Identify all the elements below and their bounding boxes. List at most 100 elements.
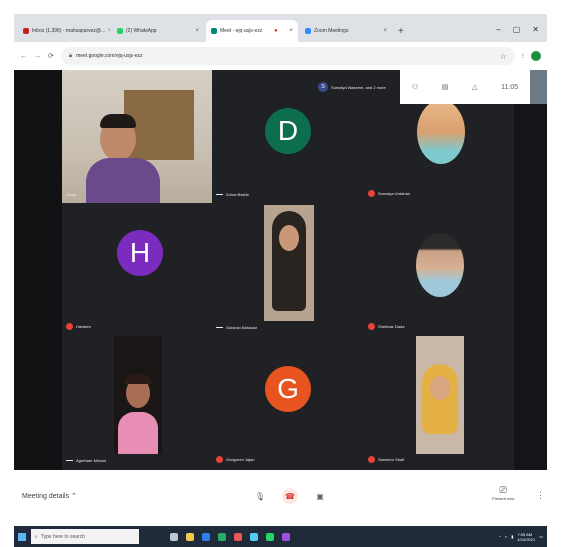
mail-icon[interactable] <box>250 532 258 541</box>
clock-text: 11:05 <box>501 83 519 91</box>
audio-level-icon <box>66 460 73 461</box>
new-tab-button[interactable]: + <box>398 26 404 37</box>
participant-video <box>264 205 314 321</box>
participant-label: Sumaiya Urdahan <box>368 190 410 197</box>
battery-icon[interactable]: ▮ <box>511 534 513 539</box>
activities-icon[interactable]: △ <box>472 83 477 91</box>
participant-label: Zohra Bashir <box>216 192 249 197</box>
participant-tile[interactable]: G Gudgreen Jajan <box>212 336 362 469</box>
mic-off-icon <box>216 456 223 463</box>
lock-icon: 🔒︎ <box>68 52 73 59</box>
leave-call-button[interactable]: ☎︎ <box>282 488 298 504</box>
bookmark-star-icon[interactable]: ☆ <box>500 52 507 61</box>
network-icon[interactable]: ◔ <box>498 534 500 539</box>
tab-title: Inbox (1,396) - mahsaparvez@... <box>32 28 106 34</box>
mic-button[interactable]: 🎙︎ <box>252 488 268 504</box>
meet-bottom-bar: Meeting details ⌃ 🎙︎ ☎︎ ▣ ⎚ Present now … <box>14 470 547 526</box>
app-icon[interactable] <box>282 532 290 541</box>
left-dark-strip <box>14 70 62 470</box>
browser-tab-bar: Inbox (1,396) - mahsaparvez@... × (2) Wh… <box>14 14 547 42</box>
audio-level-icon <box>216 327 223 328</box>
participant-video <box>416 233 464 297</box>
camera-button[interactable]: ▣ <box>312 488 328 504</box>
meet-grid: Vinay D Zohra Bashir Sumaiya Urdahan H H… <box>14 70 547 470</box>
recording-dot-icon: ● <box>274 28 278 34</box>
reload-icon[interactable]: ⟳ <box>48 52 54 60</box>
chat-icon[interactable]: ▤ <box>442 83 449 91</box>
participant-avatar: D <box>265 108 311 154</box>
window-controls: – ▢ ✕ <box>496 25 547 42</box>
participant-tile[interactable]: Agrehaer Mohad <box>62 336 212 469</box>
participant-label: Gudgreen Jajan <box>216 456 254 463</box>
system-tray: ◔ ◖ ▮ 7:05 AM 4/10/2021 ▭ <box>498 532 543 542</box>
participant-avatar: G <box>265 366 311 412</box>
extensions-icon[interactable]: ⁝ <box>522 52 524 60</box>
participant-video <box>114 336 162 454</box>
profile-avatar[interactable] <box>531 51 541 61</box>
presenter-text: Sumaiya Waseem, and 2 more <box>331 84 386 90</box>
meet-top-toolbar: ⚇ ▤ △ 11:05 <box>400 70 530 104</box>
participant-tile[interactable]: Sanserm Shafi <box>364 336 514 469</box>
participant-name: Harsiem <box>76 324 91 329</box>
address-bar-row: ← → ⟳ 🔒︎ meet.google.com/ejq-usjs-ezz ☆ … <box>14 42 547 70</box>
present-now-button[interactable]: ⎚ Present now <box>492 485 514 501</box>
close-icon[interactable]: × <box>195 28 199 34</box>
task-view-icon[interactable] <box>170 532 178 541</box>
participant-label: Vinay <box>66 192 76 197</box>
participant-tile[interactable]: Gulshan Bahadar <box>212 203 362 336</box>
taskbar-apps <box>170 532 290 541</box>
participant-tile[interactable]: H Harsiem <box>62 203 212 336</box>
volume-icon[interactable]: ◖ <box>505 534 507 539</box>
participant-label: Agrehaer Mohad <box>66 458 106 463</box>
address-bar[interactable]: 🔒︎ meet.google.com/ejq-usjs-ezz ☆ <box>60 47 515 65</box>
participant-name: Sanserm Shafi <box>378 457 405 462</box>
taskbar-search[interactable]: ⌕ Type here to search <box>31 529 139 544</box>
participants-icon[interactable]: ⚇ <box>412 83 418 91</box>
tab-gmail[interactable]: Inbox (1,396) - mahsaparvez@... × <box>18 20 110 42</box>
tab-title: Meet - ejq-usjs-ezz <box>220 28 263 34</box>
close-icon[interactable]: × <box>383 28 387 34</box>
tab-meet[interactable]: Meet - ejq-usjs-ezz ● × <box>206 20 298 42</box>
participant-name: Gulshan Bahadar <box>226 325 258 330</box>
tab-whatsapp[interactable]: (2) WhatsApp × <box>112 20 204 42</box>
tab-zoom[interactable]: Zoom Meetings × <box>300 20 392 42</box>
gmail-icon <box>23 28 29 34</box>
mic-off-icon <box>368 190 375 197</box>
meeting-details-button[interactable]: Meeting details ⌃ <box>22 492 77 500</box>
minimize-button[interactable]: – <box>496 25 500 34</box>
participant-tile[interactable]: Vinay <box>62 70 212 203</box>
whatsapp-icon[interactable] <box>266 532 274 541</box>
file-explorer-icon[interactable] <box>186 532 194 541</box>
participant-name: Gudgreen Jajan <box>226 457 255 462</box>
store-icon[interactable] <box>218 532 226 541</box>
participant-video <box>62 70 212 203</box>
participant-name: Sumaiya Urdahan <box>378 191 411 196</box>
participant-video <box>416 336 464 454</box>
presenter-banner[interactable]: S Sumaiya Waseem, and 2 more <box>314 70 400 104</box>
presenter-avatar: S <box>318 82 328 92</box>
participant-label: Gulshan Bahadar <box>216 325 257 330</box>
back-icon[interactable]: ← <box>20 53 27 60</box>
participant-name: Zohra Bashir <box>226 192 249 197</box>
mic-off-icon <box>66 323 73 330</box>
close-icon[interactable]: × <box>289 28 293 34</box>
close-window-button[interactable]: ✕ <box>532 25 539 34</box>
participant-label: Shehbaz Dada <box>368 323 404 330</box>
chrome-icon[interactable] <box>234 532 242 541</box>
participant-tile[interactable]: Shehbaz Dada <box>364 203 514 336</box>
maximize-button[interactable]: ▢ <box>513 25 521 34</box>
whatsapp-icon <box>117 28 123 34</box>
forward-icon[interactable]: → <box>34 53 41 60</box>
close-icon[interactable]: × <box>108 28 110 34</box>
edge-icon[interactable] <box>202 532 210 541</box>
right-dark-strip <box>514 70 547 470</box>
more-options-icon[interactable]: ⋮ <box>536 490 545 501</box>
self-view-thumbnail[interactable] <box>530 70 547 104</box>
present-screen-icon: ⎚ <box>499 485 507 495</box>
participant-name: Shehbaz Dada <box>378 324 405 329</box>
search-icon: ⌕ <box>35 533 38 540</box>
clock[interactable]: 7:05 AM 4/10/2021 <box>517 532 535 542</box>
notifications-icon[interactable]: ▭ <box>539 534 543 539</box>
url-text: meet.google.com/ejq-usjs-ezz <box>76 53 143 59</box>
windows-start-icon[interactable] <box>18 532 26 541</box>
